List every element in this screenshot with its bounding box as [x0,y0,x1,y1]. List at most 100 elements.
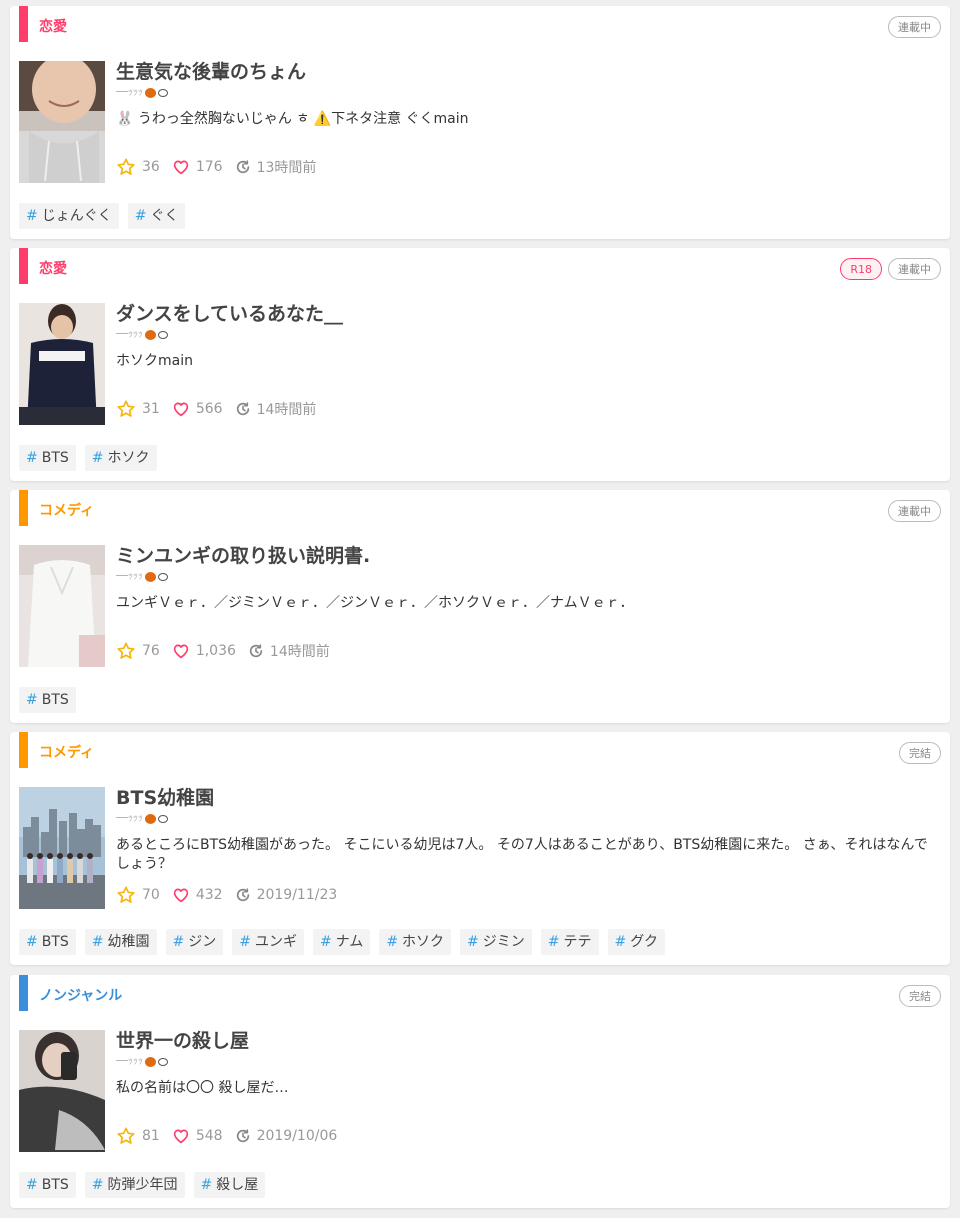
novel-title[interactable]: BTS幼稚園 [116,785,214,811]
tag-label: ジン [188,934,217,950]
tag-list: # BTS [19,687,76,713]
tag-chip[interactable]: # BTS [19,1172,76,1198]
genre-color-bar [19,732,28,768]
tag-chip[interactable]: # BTS [19,445,76,471]
like-count: 1,036 [172,642,236,660]
hash-icon: # [319,934,332,950]
hash-icon: # [200,1177,213,1193]
status-badges: R18 連載中 [840,258,941,280]
novel-card[interactable]: コメディ 完結 BTS幼稚園 ──ｯｯｯ あるところにBTS幼稚園があった。 そこにいる… [10,732,950,965]
tag-chip[interactable]: # ホソク [84,445,157,471]
genre-label[interactable]: 恋愛 [39,259,67,279]
novel-description: 🐰 うわっ全然胸ないじゃん ㅎ ⚠️下ネタ注意 ぐくmain [116,111,469,127]
tag-chip[interactable]: # 幼稚園 [84,929,157,955]
cover-thumbnail[interactable] [19,1030,105,1152]
star-count-value: 81 [142,1128,160,1144]
tag-chip[interactable]: # ナム [312,929,371,955]
author-name[interactable]: ──ｯｯｯ [116,86,169,100]
author-name[interactable]: ──ｯｯｯ [116,328,169,342]
tag-chip[interactable]: # 殺し屋 [193,1172,266,1198]
heart-icon [172,158,196,176]
speech-bubble-icon [158,1058,169,1066]
hash-icon: # [26,1177,38,1193]
tag-chip[interactable]: # テテ [540,929,599,955]
cover-thumbnail[interactable] [19,303,105,425]
hash-icon: # [26,692,38,708]
flower-emoji-icon [145,1057,157,1067]
tag-chip[interactable]: # ジン [165,929,224,955]
tag-chip[interactable]: # ぐく [127,203,186,229]
genre-label[interactable]: ノンジャンル [39,986,122,1006]
tag-chip[interactable]: # ユンギ [232,929,304,955]
cover-thumbnail[interactable] [19,787,105,909]
like-count: 176 [172,158,223,176]
star-count-value: 36 [142,159,160,175]
like-count-value: 432 [195,887,223,903]
tag-chip[interactable]: # ジミン [460,929,532,955]
novel-card[interactable]: コメディ 連載中 ミンユンギの取り扱い説明書. ──ｯｯｯ ユンギＶｅｒ．／ジミンＶｅｒ… [10,490,950,723]
author-name-text: ──ｯｯｯ [116,571,144,582]
star-count: 36 [116,157,160,177]
novel-feed: 恋愛連載中 生意気な後輩のちょん ──ｯｯｯ 🐰 うわっ全然胸ないじゃん ㅎ ⚠️下ネ… [0,0,960,1218]
author-name[interactable]: ──ｯｯｯ [116,812,169,826]
tag-label: ジミン [482,934,525,950]
updated-time: 2019/11/23 [235,887,338,903]
tag-label: ぐく [150,208,179,224]
star-icon [116,885,142,905]
flower-emoji-icon [145,814,157,824]
status-badges: 連載中 [888,500,941,522]
cover-thumbnail[interactable] [19,61,105,183]
novel-stats: 76 1,036 14時間前 [116,641,342,661]
genre-label[interactable]: 恋愛 [39,17,67,37]
tag-label: テテ [563,934,592,950]
speech-bubble-icon [158,573,169,581]
updated-time: 14時間前 [235,399,317,419]
tag-label: グク [630,934,658,950]
cover-thumbnail[interactable] [19,545,105,667]
hash-icon: # [26,450,38,466]
novel-stats: 36 176 13時間前 [116,157,328,177]
heart-icon [172,886,196,904]
like-count-value: 548 [195,1128,223,1144]
updated-time: 2019/10/06 [235,1128,337,1144]
genre-color-bar [19,248,28,284]
tag-list: # BTS # ホソク [19,445,157,471]
novel-title[interactable]: 生意気な後輩のちょん [116,59,306,85]
like-count-value: 1,036 [195,643,236,659]
genre-label[interactable]: コメディ [39,743,94,763]
star-count-value: 70 [142,887,160,903]
novel-card[interactable]: 恋愛 連載中 生意気な後輩のちょん ──ｯｯｯ 🐰 うわっ全然胸ないじゃん ㅎ ⚠️下ネ… [10,6,950,239]
author-name[interactable]: ──ｯｯｯ [116,570,169,584]
star-count: 76 [116,641,160,661]
author-name[interactable]: ──ｯｯｯ [116,1055,169,1069]
tag-label: BTS [41,450,69,466]
star-icon [116,641,142,661]
author-name-text: ──ｯｯｯ [116,87,144,98]
hash-icon: # [547,934,560,950]
tag-chip[interactable]: # BTS [19,687,76,713]
novel-title[interactable]: ミンユンギの取り扱い説明書. [116,543,370,569]
status-badge: 完結 [899,742,941,764]
tag-label: ナム [335,934,364,950]
updated-time-value: 2019/11/23 [256,887,338,903]
tag-chip[interactable]: # BTS [19,929,76,955]
novel-title[interactable]: ダンスをしているあなた__ [116,301,343,327]
novel-card[interactable]: ノンジャンル 完結 世界一の殺し屋 ──ｯｯｯ 私の名前は〇〇 殺し屋だ… 81 548 20… [10,975,950,1208]
tag-chip[interactable]: # グク [607,929,665,955]
novel-title[interactable]: 世界一の殺し屋 [116,1028,249,1054]
status-badge: 完結 [899,985,941,1007]
like-count: 566 [172,400,223,418]
flower-emoji-icon [145,330,157,340]
tag-chip[interactable]: # 防弾少年団 [84,1172,185,1198]
like-count: 548 [172,1127,223,1145]
tag-chip[interactable]: # ホソク [379,929,452,955]
author-name-text: ──ｯｯｯ [116,1056,144,1067]
novel-card[interactable]: 恋愛 R18 連載中 ダンスをしているあなた__ ──ｯｯｯ ホソクmain 31 566 14… [10,248,950,481]
genre-label[interactable]: コメディ [39,501,94,521]
hash-icon: # [134,208,147,224]
tag-list: # じょんぐく # ぐく [19,203,186,229]
updated-time-value: 14時間前 [256,402,317,418]
tag-label: じょんぐく [41,208,112,224]
tag-label: ホソク [402,934,445,950]
tag-chip[interactable]: # じょんぐく [19,203,119,229]
